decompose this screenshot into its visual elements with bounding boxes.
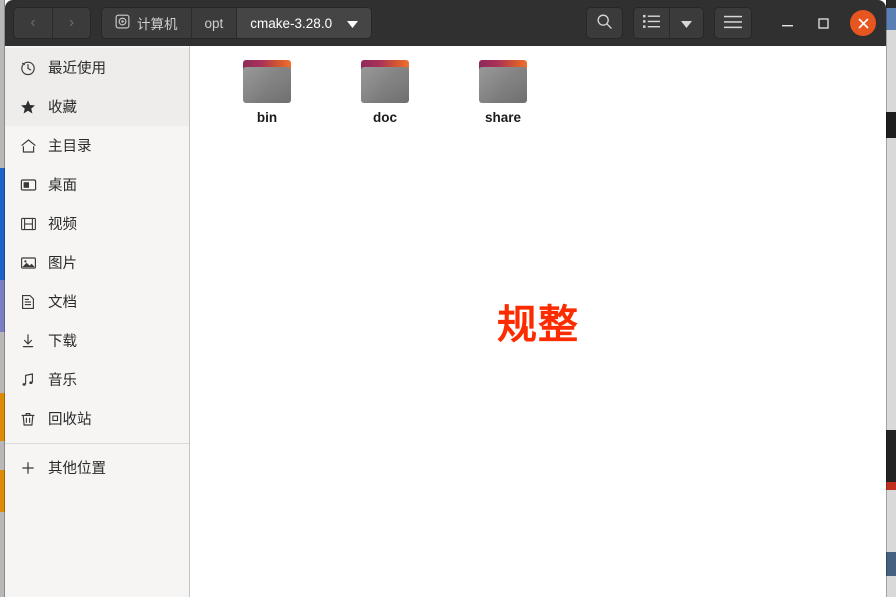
breadcrumb-label-opt: opt: [204, 15, 224, 31]
breadcrumb: 计算机 opt cmake-3.28.0: [101, 7, 373, 39]
plus-icon: [19, 460, 37, 476]
window-body: 最近使用 收藏 主目录 桌面 视频 图片 文档 下载 音乐 回收站 其他位置 b…: [5, 46, 886, 597]
sidebar-label-desktop: 桌面: [48, 178, 77, 194]
folder-icon: [479, 60, 527, 103]
search-button[interactable]: [587, 8, 622, 38]
sidebar-item-music[interactable]: 音乐: [5, 360, 189, 399]
sidebar-item-pictures[interactable]: 图片: [5, 243, 189, 282]
pictures-icon: [19, 255, 37, 271]
forward-button[interactable]: ›: [52, 8, 90, 38]
file-item-bin[interactable]: bin: [208, 56, 326, 125]
background-window-right-dark-mid: [886, 112, 896, 138]
folder-icon: [243, 60, 291, 103]
sidebar-label-home: 主目录: [48, 139, 92, 155]
sidebar-label-other-locations: 其他位置: [48, 461, 106, 477]
folder-icon: [361, 60, 409, 103]
breadcrumb-label-computer: 计算机: [137, 17, 178, 32]
sidebar-label-trash: 回收站: [48, 412, 92, 428]
close-button[interactable]: [850, 10, 876, 36]
view-dropdown-button[interactable]: [669, 8, 703, 38]
hamburger-menu-icon: [724, 15, 742, 32]
file-manager-window: ‹ › 计算机 opt cmake-3.28.0 最近使用 收藏 主目录 桌面 …: [5, 0, 886, 597]
clock-icon: [19, 60, 37, 76]
chevron-down-icon: [347, 16, 359, 31]
list-view-button[interactable]: [634, 8, 669, 38]
sidebar-item-home[interactable]: 主目录: [5, 126, 189, 165]
sidebar-label-documents: 文档: [48, 295, 77, 311]
sidebar-item-downloads[interactable]: 下载: [5, 321, 189, 360]
disc-icon: [115, 14, 130, 32]
sidebar-item-other-locations[interactable]: 其他位置: [5, 448, 189, 487]
sidebar-item-videos[interactable]: 视频: [5, 204, 189, 243]
sidebar-item-recent[interactable]: 最近使用: [5, 48, 189, 87]
background-window-right-blue-2: [886, 552, 896, 576]
back-chevron-icon: ‹: [30, 14, 36, 31]
file-label-bin: bin: [256, 110, 278, 125]
sidebar-item-desktop[interactable]: 桌面: [5, 165, 189, 204]
sidebar-item-starred[interactable]: 收藏: [5, 87, 189, 126]
document-icon: [19, 294, 37, 310]
sidebar: 最近使用 收藏 主目录 桌面 视频 图片 文档 下载 音乐 回收站 其他位置: [5, 46, 190, 597]
file-label-share: share: [484, 110, 522, 125]
icon-grid: bin doc share: [190, 46, 886, 125]
music-icon: [19, 372, 37, 388]
search-icon: [596, 13, 613, 33]
window-controls: [770, 6, 878, 40]
file-list-area[interactable]: bin doc share 规整: [190, 46, 886, 597]
file-label-doc: doc: [372, 110, 397, 125]
view-options-group: [633, 7, 704, 39]
desktop-icon: [19, 177, 37, 193]
file-item-share[interactable]: share: [444, 56, 562, 125]
sidebar-separator: [5, 443, 189, 444]
breadcrumb-item-opt[interactable]: opt: [190, 8, 237, 38]
breadcrumb-item-current[interactable]: cmake-3.28.0: [236, 8, 372, 38]
chevron-down-icon: [681, 16, 692, 31]
sidebar-label-downloads: 下载: [48, 334, 77, 350]
video-icon: [19, 216, 37, 232]
annotation-text: 规整: [497, 302, 579, 348]
search-button-group: [586, 7, 623, 39]
background-window-right-edge: [886, 0, 896, 597]
list-view-icon: [643, 14, 660, 32]
sidebar-label-music: 音乐: [48, 373, 77, 389]
home-icon: [19, 138, 37, 154]
star-icon: [19, 99, 37, 115]
maximize-button[interactable]: [806, 6, 840, 40]
breadcrumb-item-computer[interactable]: 计算机: [102, 8, 191, 38]
background-window-right-red: [886, 482, 896, 490]
background-window-right-dark-low: [886, 430, 896, 490]
breadcrumb-label-current: cmake-3.28.0: [250, 15, 333, 31]
hamburger-menu-button[interactable]: [715, 8, 751, 38]
sidebar-label-starred: 收藏: [48, 100, 77, 116]
file-item-doc[interactable]: doc: [326, 56, 444, 125]
sidebar-label-videos: 视频: [48, 217, 77, 233]
navigation-button-group: ‹ ›: [13, 7, 91, 39]
back-button[interactable]: ‹: [14, 8, 52, 38]
trash-icon: [19, 411, 37, 427]
main-menu-group: [714, 7, 752, 39]
background-window-right-blue: [886, 8, 896, 30]
forward-chevron-icon: ›: [68, 14, 75, 31]
sidebar-item-documents[interactable]: 文档: [5, 282, 189, 321]
sidebar-item-trash[interactable]: 回收站: [5, 399, 189, 438]
sidebar-label-recent: 最近使用: [48, 61, 106, 77]
titlebar: ‹ › 计算机 opt cmake-3.28.0: [5, 0, 886, 46]
sidebar-label-pictures: 图片: [48, 256, 77, 272]
download-icon: [19, 333, 37, 349]
minimize-button[interactable]: [770, 6, 804, 40]
